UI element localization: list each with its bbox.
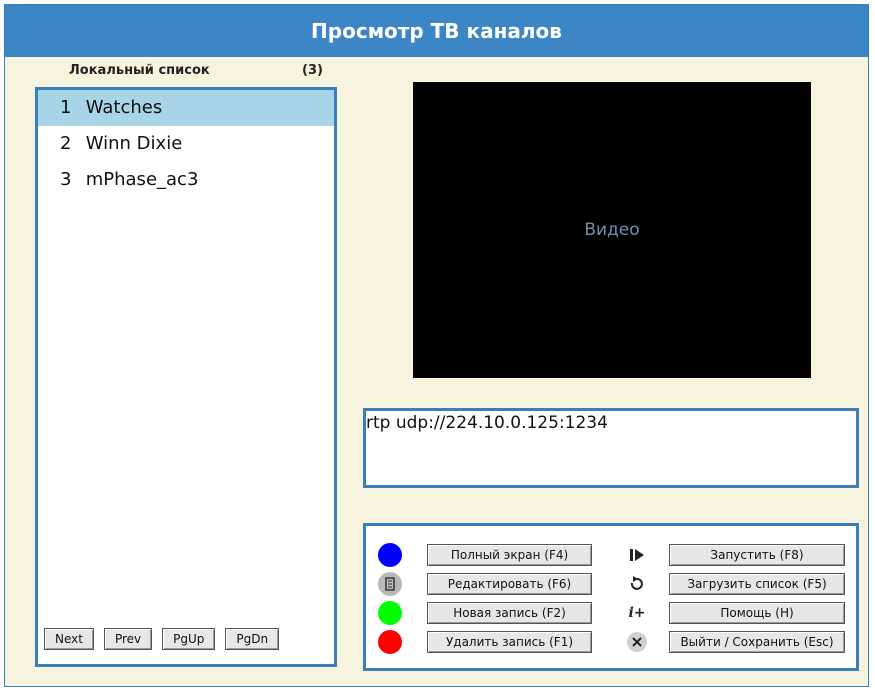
help-button[interactable]: Помощь (H) — [669, 602, 845, 624]
red-dot-icon — [378, 630, 402, 654]
stream-url: rtp udp://224.10.0.125:1234 — [366, 413, 608, 433]
pgdn-button[interactable]: PgDn — [225, 628, 280, 650]
channel-list[interactable]: 1 Watches 2 Winn Dixie 3 mPhase_ac3 Next… — [35, 87, 337, 667]
app-window: Просмотр ТВ каналов Локальный список (3)… — [4, 4, 869, 687]
reload-icon — [627, 574, 647, 594]
exit-save-button[interactable]: Выйти / Сохранить (Esc) — [669, 631, 845, 653]
video-label: Видео — [584, 220, 640, 240]
item-number: 3 — [60, 169, 72, 190]
control-row: Полный экран (F4) Запустить (F8) — [366, 542, 856, 568]
fullscreen-button[interactable]: Полный экран (F4) — [427, 544, 592, 566]
control-row: Редактировать (F6) Загрузить список (F5) — [366, 571, 856, 597]
list-item[interactable]: 3 mPhase_ac3 — [38, 162, 334, 198]
next-button[interactable]: Next — [44, 628, 94, 650]
load-list-button[interactable]: Загрузить список (F5) — [669, 573, 845, 595]
edit-button[interactable]: Редактировать (F6) — [427, 573, 592, 595]
app-title: Просмотр ТВ каналов — [311, 19, 562, 43]
delete-record-button[interactable]: Удалить запись (F1) — [427, 631, 592, 653]
start-button[interactable]: Запустить (F8) — [669, 544, 845, 566]
item-name: Watches — [85, 97, 163, 118]
title-bar: Просмотр ТВ каналов — [5, 5, 868, 57]
item-name: Winn Dixie — [85, 133, 183, 154]
stream-url-box: rtp udp://224.10.0.125:1234 — [363, 408, 859, 488]
control-row: Новая запись (F2) i+ Помощь (H) — [366, 600, 856, 626]
new-record-button[interactable]: Новая запись (F2) — [427, 602, 592, 624]
green-dot-icon — [378, 601, 402, 625]
control-row: Удалить запись (F1) Выйти / Сохранить (E… — [366, 629, 856, 655]
item-name: mPhase_ac3 — [85, 169, 199, 190]
list-item[interactable]: 1 Watches — [38, 90, 334, 126]
play-icon — [627, 545, 647, 565]
list-nav: Next Prev PgUp PgDn — [44, 628, 280, 650]
video-preview: Видео — [413, 82, 811, 378]
list-count: (3) — [302, 63, 323, 78]
control-panel: Полный экран (F4) Запустить (F8) Редакти… — [363, 523, 859, 671]
prev-button[interactable]: Prev — [103, 628, 153, 650]
edit-doc-icon — [378, 572, 402, 596]
blue-dot-icon — [378, 543, 402, 567]
pgup-button[interactable]: PgUp — [162, 628, 216, 650]
close-icon — [627, 632, 647, 652]
info-icon: i+ — [628, 605, 646, 621]
item-number: 2 — [60, 133, 72, 154]
item-number: 1 — [60, 97, 72, 118]
list-header: Локальный список — [69, 63, 210, 78]
list-item[interactable]: 2 Winn Dixie — [38, 126, 334, 162]
